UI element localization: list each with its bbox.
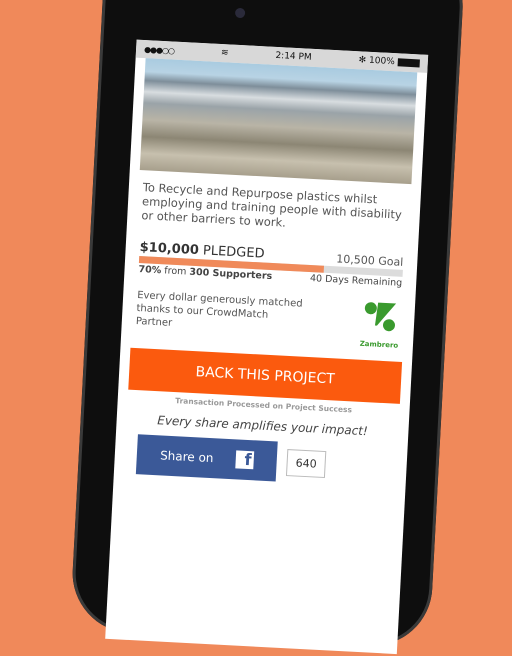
zambrero-logo-icon [364,302,397,332]
percent: 70% [138,264,162,277]
battery-percent: 100% [368,55,395,68]
facebook-share-button[interactable]: Share on f [135,434,278,482]
wifi-icon: ≋ [220,48,229,59]
partner-logo[interactable]: Zambrero [359,301,402,352]
battery-icon [397,57,420,67]
facebook-icon: f [234,450,254,470]
project-description: To Recycle and Repurpose plastics whilst… [141,180,403,230]
clock: 2:14 PM [275,50,312,63]
share-count: 640 [285,448,327,478]
phone-frame: ●●●○○ ≋ 2:14 PM ✻ 100% To Recycle and Re… [69,0,466,655]
share-label: Share on [159,448,214,466]
from-label: from [164,265,187,278]
bluetooth-icon: ✻ [358,55,367,66]
match-section: Every dollar generously matched thanks t… [135,289,401,352]
status-right: ✻ 100% [358,55,420,68]
project-image [139,58,418,185]
camera-icon [234,7,246,19]
match-text: Every dollar generously matched thanks t… [135,289,303,329]
partner-name: Zambrero [359,339,399,350]
pledged-label: PLEDGED [202,243,265,262]
signal-icon: ●●●○○ [143,44,175,56]
phone-screen: ●●●○○ ≋ 2:14 PM ✻ 100% To Recycle and Re… [105,39,429,655]
pledged-amount: $10,000 [139,240,200,259]
share-row: Share on f 640 [135,434,408,488]
